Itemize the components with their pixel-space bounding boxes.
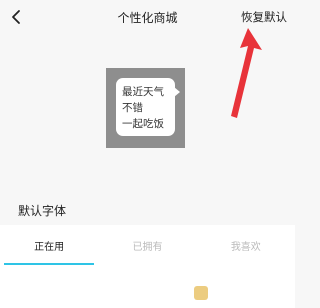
tab-label: 我喜欢 [230, 241, 261, 253]
restore-default-button[interactable]: 恢复默认 [241, 9, 287, 25]
bubble-line-3: 一起吃饭 [122, 118, 164, 130]
section-title: 默认字体 [18, 204, 67, 218]
watermark-text: 爱创根知识网 [210, 287, 289, 302]
font-preview-card: 最近天气 不错 一起吃饭 [106, 68, 185, 148]
chat-bubble: 最近天气 不错 一起吃饭 [116, 78, 180, 136]
bubble-tail [174, 87, 180, 97]
back-button[interactable] [6, 6, 26, 28]
watermark: 爱创根知识网 [193, 283, 289, 302]
chevron-left-icon [12, 10, 20, 24]
tab-in-use[interactable]: 正在用 [0, 225, 98, 265]
tab-label: 已拥有 [132, 241, 163, 253]
tab-label: 正在用 [34, 241, 65, 253]
top-bar: 个性化商城 恢复默认 [0, 0, 295, 36]
tab-owned[interactable]: 已拥有 [98, 225, 196, 265]
bubble-line-1: 最近天气 [122, 86, 164, 98]
tab-favorites[interactable]: 我喜欢 [197, 225, 295, 265]
bubble-line-2: 不错 [122, 102, 143, 114]
tab-bar: 正在用 已拥有 我喜欢 [0, 225, 295, 265]
arrow-shape [231, 28, 262, 118]
watermark-logo-icon [193, 285, 208, 300]
